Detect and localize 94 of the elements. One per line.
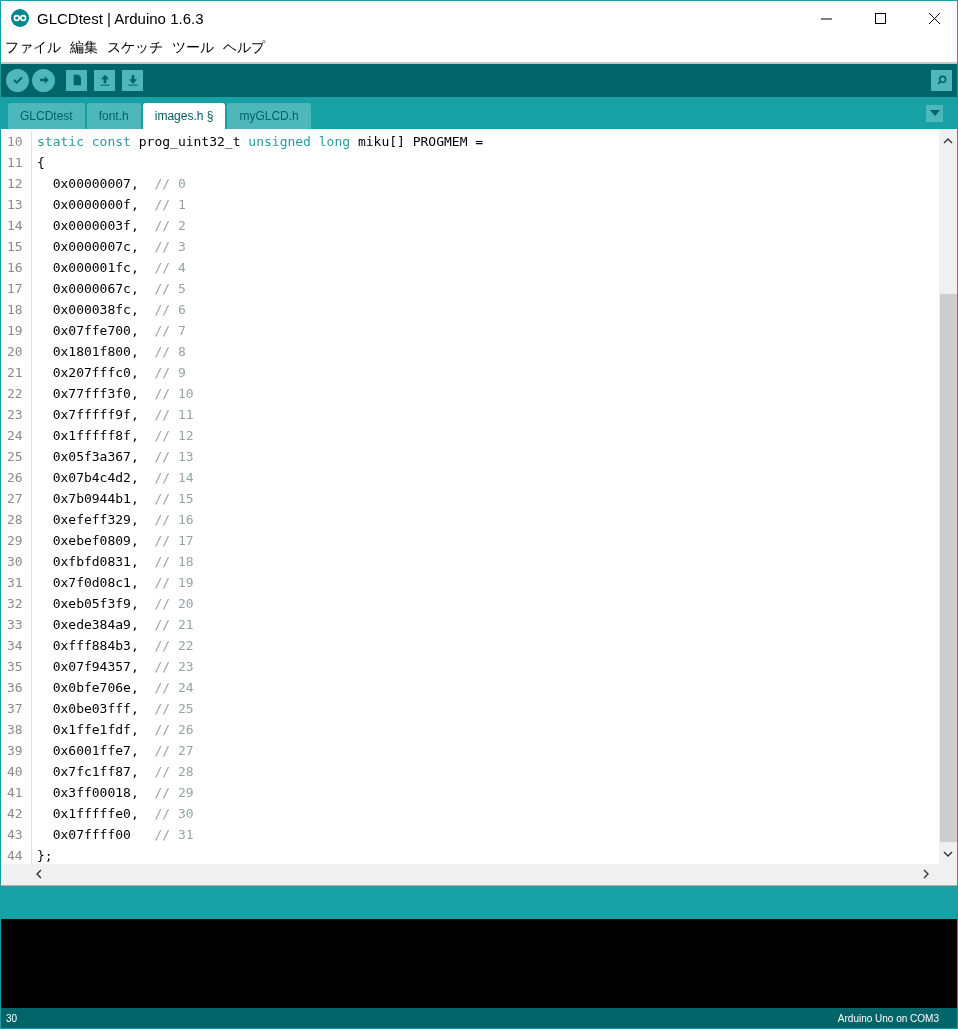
logo-icon xyxy=(11,9,29,27)
scroll-right-icon[interactable] xyxy=(921,868,931,881)
line-number: 16 xyxy=(1,256,32,278)
code-line: 0x07b4c4d2, // 14 xyxy=(51,469,194,485)
window-title: GLCDtest | Arduino 1.6.3 xyxy=(37,9,205,27)
line-number: 31 xyxy=(1,571,32,593)
code-line: 0x207fffc0, // 9 xyxy=(51,364,186,380)
code-line: }; xyxy=(37,847,53,863)
line-number: 33 xyxy=(1,613,32,635)
line-number: 15 xyxy=(1,235,32,257)
code-line: 0x3ff00018, // 29 xyxy=(51,784,194,800)
code-line: { xyxy=(37,154,45,170)
scroll-thumb[interactable] xyxy=(939,293,957,842)
line-number: 18 xyxy=(1,298,32,320)
code-line: 0x0be03fff, // 25 xyxy=(51,700,194,716)
code-line: 0xebef0809, // 17 xyxy=(51,532,194,548)
code-line: 0x6001ffe7, // 27 xyxy=(51,742,194,758)
code-line: 0x7f0d08c1, // 19 xyxy=(51,574,194,590)
code-line: 0xeb05f3f9, // 20 xyxy=(51,595,194,611)
serial-monitor-button[interactable] xyxy=(931,70,952,91)
code-line: 0x05f3a367, // 13 xyxy=(51,448,194,464)
line-number: 37 xyxy=(1,697,32,719)
open-button[interactable] xyxy=(94,70,115,91)
line-number: 28 xyxy=(1,508,32,530)
menu-item[interactable]: ツール xyxy=(172,39,214,58)
caret-down-icon xyxy=(929,110,940,117)
verify-button[interactable] xyxy=(6,69,29,92)
code-line: 0x77fff3f0, // 10 xyxy=(51,385,194,401)
code-line: 0x1801f800, // 8 xyxy=(51,343,186,359)
save-button[interactable] xyxy=(122,70,143,91)
line-number: 22 xyxy=(1,382,32,404)
line-number: 10 xyxy=(1,130,32,152)
code-line: 0x1ffe1fdf, // 26 xyxy=(51,721,194,737)
code-line: 0x07f94357, // 23 xyxy=(51,658,194,674)
code-line: static const prog_uint32_t unsigned long miku[] PROGMEM = xyxy=(37,133,484,149)
line-number: 32 xyxy=(1,592,32,614)
line-number: 14 xyxy=(1,214,32,236)
scroll-left-icon[interactable] xyxy=(34,868,44,881)
menu-item[interactable]: 編集 xyxy=(70,39,98,58)
code-line: 0x7fffff9f, // 11 xyxy=(51,406,194,422)
code-line: 0xede384a9, // 21 xyxy=(51,616,194,632)
code-line: 0xfbfd0831, // 18 xyxy=(51,553,194,569)
horizontal-scrollbar[interactable] xyxy=(1,863,957,886)
code-line: 0x0000003f, // 2 xyxy=(51,217,186,233)
line-number: 17 xyxy=(1,277,32,299)
line-number: 29 xyxy=(1,529,32,551)
vertical-scrollbar[interactable] xyxy=(939,128,957,864)
code-line: 0x1fffffe0, // 30 xyxy=(51,805,194,821)
close-icon xyxy=(928,12,940,24)
line-number: 39 xyxy=(1,739,32,761)
code-line: 0x0000007c, // 3 xyxy=(51,238,186,254)
line-number: 11 xyxy=(1,151,32,173)
line-number: 24 xyxy=(1,424,32,446)
line-number: 43 xyxy=(1,823,32,845)
line-number: 12 xyxy=(1,172,32,194)
code-line: 0x0bfe706e, // 24 xyxy=(51,679,194,695)
code-line: 0xfff884b3, // 22 xyxy=(51,637,194,653)
line-number: 25 xyxy=(1,445,32,467)
code-line: 0x0000000f, // 1 xyxy=(51,196,186,212)
code-line: 0x000038fc, // 6 xyxy=(51,301,186,317)
line-number: 13 xyxy=(1,193,32,215)
line-number: 38 xyxy=(1,718,32,740)
code-line: 0x00000007, // 0 xyxy=(51,175,186,191)
code-line: 0xefeff329, // 16 xyxy=(51,511,194,527)
line-number: 41 xyxy=(1,781,32,803)
board-status: Arduino Uno on COM3 xyxy=(837,1012,939,1024)
code-line: 0x07ffe700, // 7 xyxy=(51,322,186,338)
code-line: 0x7fc1ff87, // 28 xyxy=(51,763,194,779)
tab-menu-button[interactable] xyxy=(926,104,943,122)
line-number: 35 xyxy=(1,655,32,677)
menu-item[interactable]: スケッチ xyxy=(107,39,163,58)
line-number: 27 xyxy=(1,487,32,509)
code-line: 0x0000067c, // 5 xyxy=(51,280,186,296)
menu-item[interactable]: ファイル xyxy=(5,39,61,58)
code-line: 0x07ffff00 // 31 xyxy=(51,826,194,842)
menu-item[interactable]: ヘルプ xyxy=(223,39,265,58)
code-line: 0x000001fc, // 4 xyxy=(51,259,186,275)
line-number: 26 xyxy=(1,466,32,488)
line-number: 20 xyxy=(1,340,32,362)
code-line: 0x1fffff8f, // 12 xyxy=(51,427,194,443)
upload-button[interactable] xyxy=(32,69,55,92)
line-number: 42 xyxy=(1,802,32,824)
line-number: 19 xyxy=(1,319,32,341)
line-number: 34 xyxy=(1,634,32,656)
line-number: 40 xyxy=(1,760,32,782)
maximize-icon xyxy=(874,12,886,24)
code-line: 0x7b0944b1, // 15 xyxy=(51,490,194,506)
line-number: 30 xyxy=(1,550,32,572)
line-number: 21 xyxy=(1,361,32,383)
new-button[interactable] xyxy=(66,70,87,91)
line-number-status: 30 xyxy=(6,1012,18,1024)
file-tab[interactable]: images.h § xyxy=(142,102,226,129)
line-number: 36 xyxy=(1,676,32,698)
line-number: 23 xyxy=(1,403,32,425)
